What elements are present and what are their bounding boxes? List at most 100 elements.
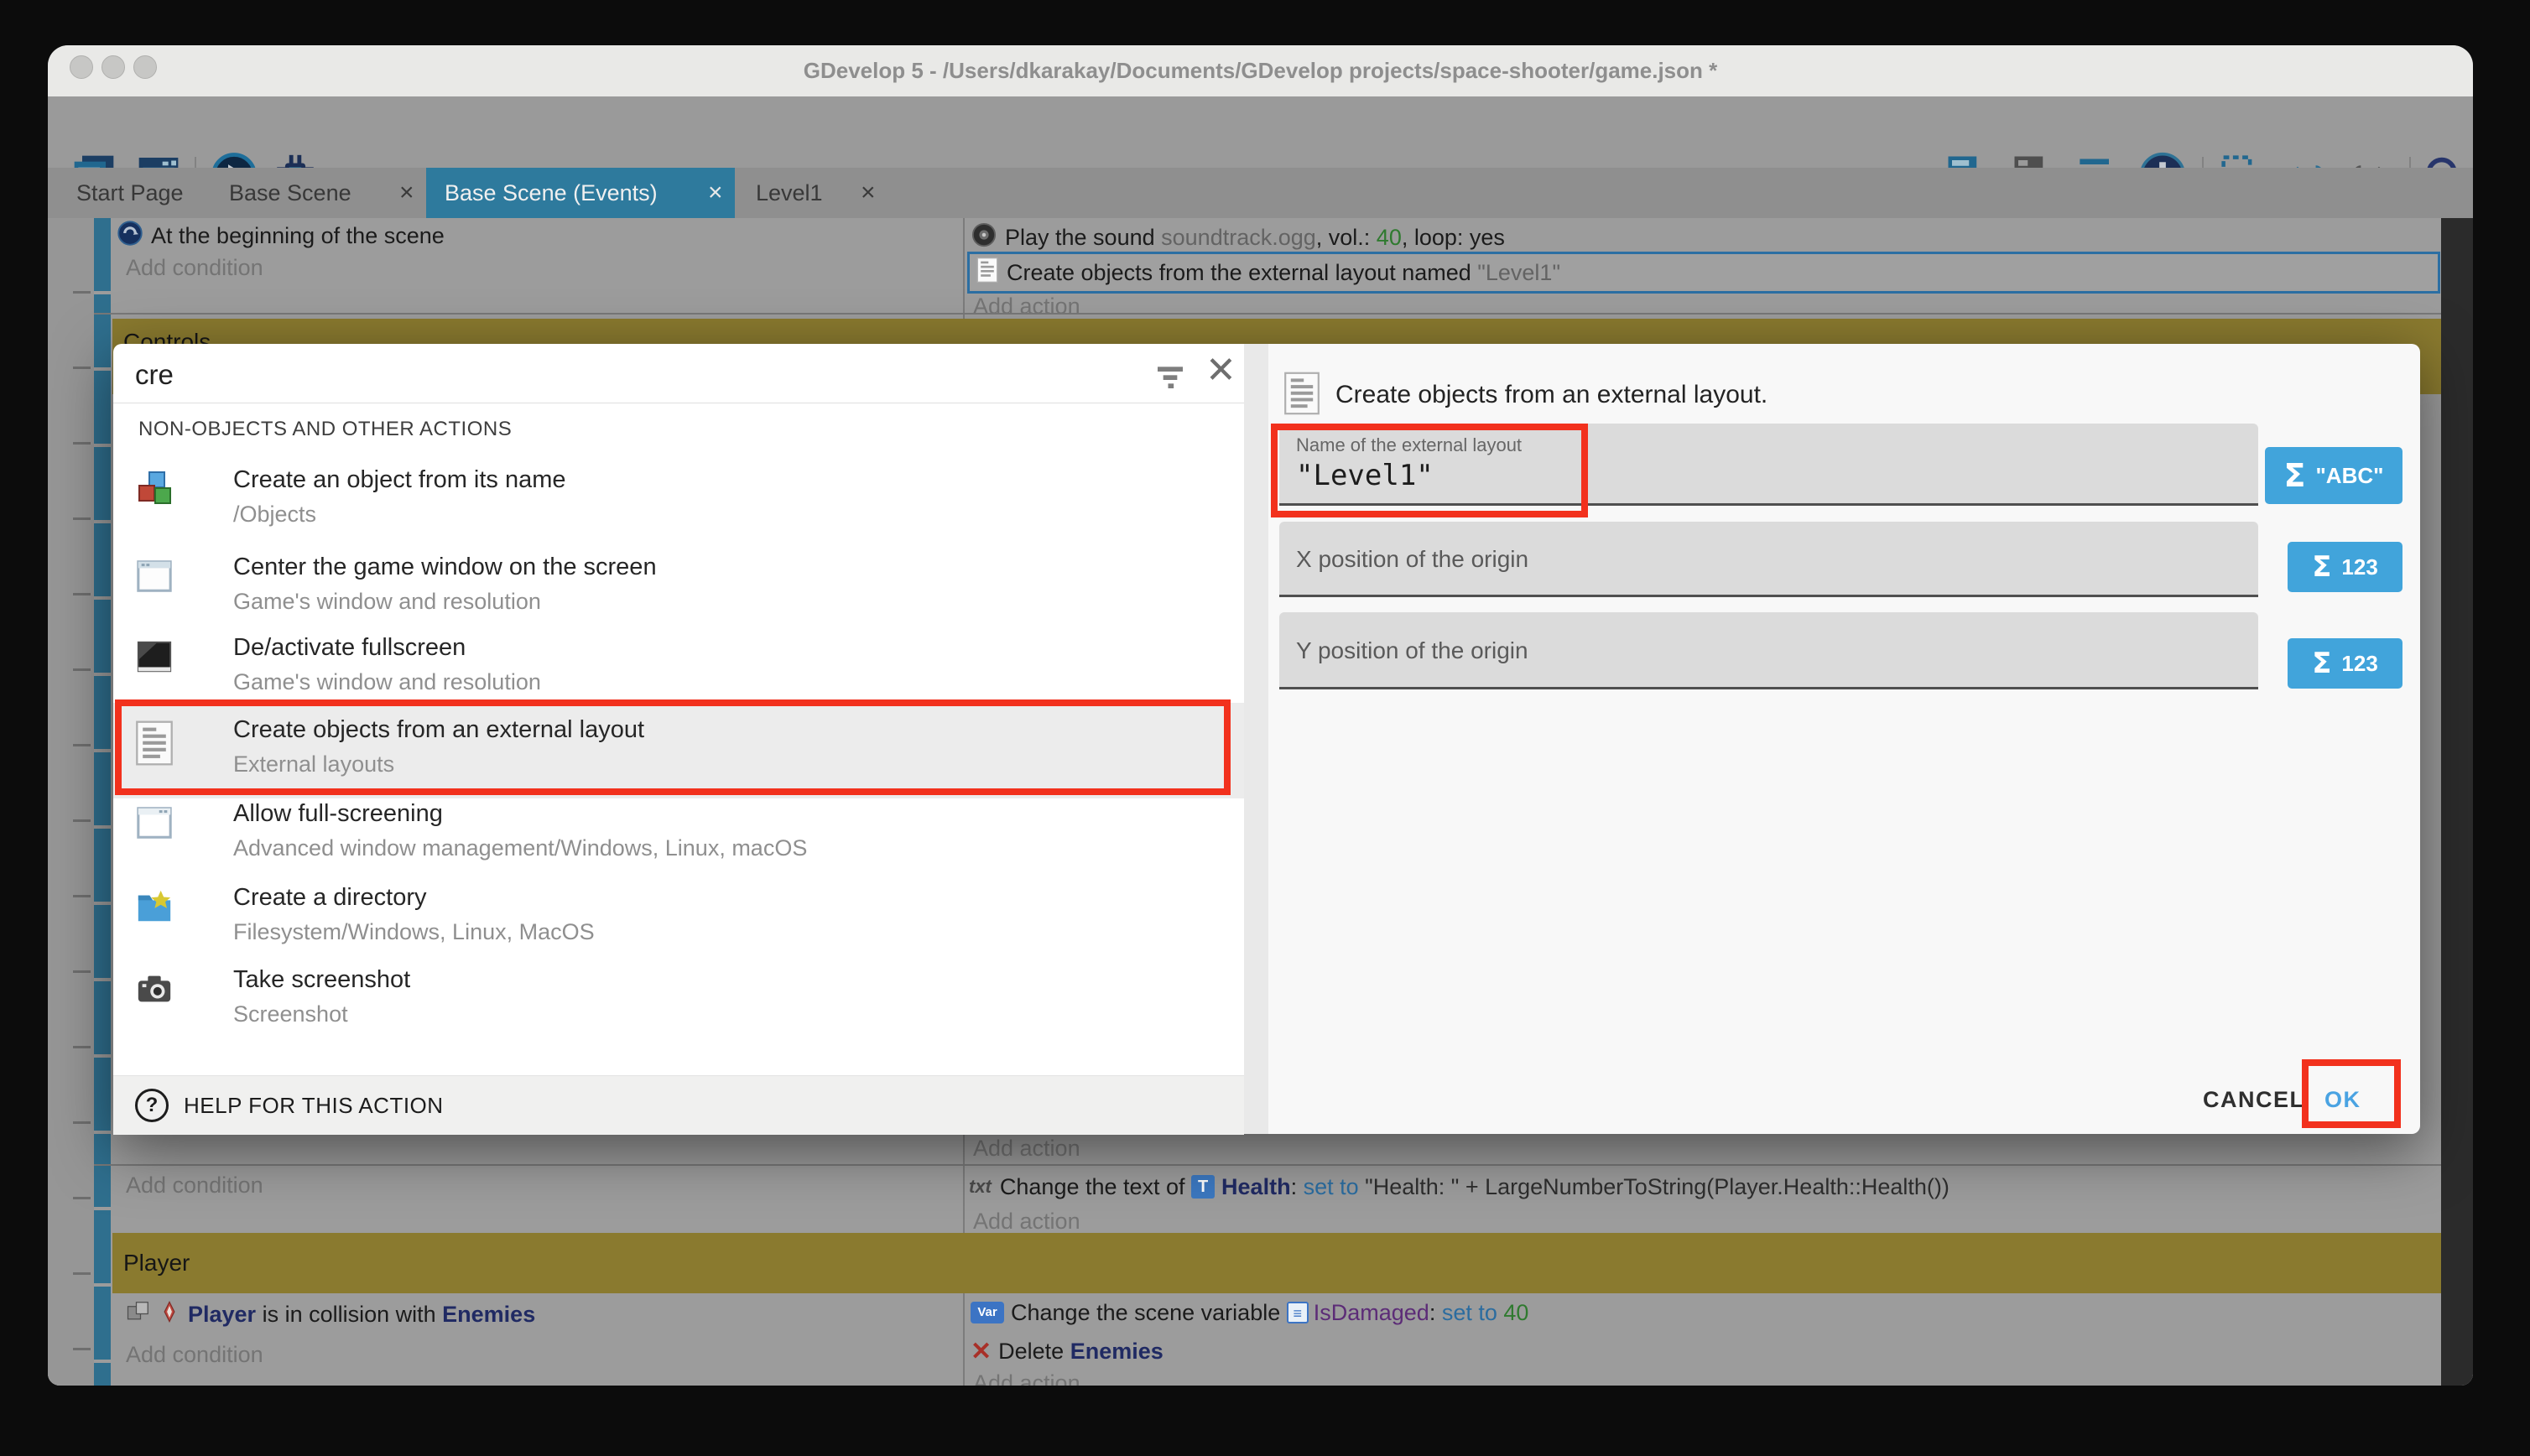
action-item-title[interactable]: Create an object from its name <box>233 466 566 494</box>
action-text: Create objects from the external layout … <box>1007 260 1477 286</box>
action-item-title[interactable]: Take screenshot <box>233 966 410 994</box>
app-window: GDevelop 5 - /Users/dkarakay/Documents/G… <box>48 45 2473 1386</box>
center-window-icon <box>135 557 174 600</box>
help-question-icon: ? <box>135 1089 169 1122</box>
filter-icon[interactable] <box>1153 362 1187 395</box>
tab-base-scene[interactable]: Base Scene <box>229 168 351 218</box>
tab-level1-close-icon[interactable]: × <box>861 168 876 218</box>
action-text: , vol.: <box>1316 225 1377 251</box>
param-expression: "Health: " + LargeNumberToString(Player.… <box>1359 1174 1950 1200</box>
choose-action-dialog: ✕ NON-OBJECTS AND OTHER ACTIONS Create a… <box>113 344 2420 1134</box>
cancel-button[interactable]: CANCEL <box>2203 1087 2305 1113</box>
x-position-field[interactable]: X position of the origin <box>1279 522 2258 597</box>
operator-set-to: set to <box>1304 1174 1359 1200</box>
help-for-this-action-link[interactable]: HELP FOR THIS ACTION <box>184 1076 444 1135</box>
event-divider <box>94 313 2441 315</box>
field-placeholder: X position of the origin <box>1296 546 1528 573</box>
action-row-delete-enemies[interactable]: ✕ Delete Enemies <box>971 1335 1163 1367</box>
panel-divider <box>1244 344 1268 1134</box>
titlebar: GDevelop 5 - /Users/dkarakay/Documents/G… <box>48 45 2473 97</box>
parameters-title-icon <box>1283 369 1320 422</box>
delete-x-icon: ✕ <box>971 1337 992 1366</box>
sound-icon <box>971 222 997 253</box>
events-scrollbar[interactable] <box>2441 218 2473 1386</box>
condition-row-beginning-of-scene[interactable]: At the beginning of the scene <box>117 220 445 252</box>
add-condition-link[interactable]: Add condition <box>126 1173 263 1199</box>
param-sound-file: soundtrack.ogg <box>1161 225 1316 251</box>
take-screenshot-icon <box>135 970 174 1012</box>
list-section-header: NON-OBJECTS AND OTHER ACTIONS <box>138 418 512 441</box>
action-text: : <box>1429 1300 1442 1326</box>
tab-base-scene-events-label: Base Scene (Events) <box>445 168 658 218</box>
action-text: Change the scene variable <box>1011 1300 1287 1326</box>
external-layout-icon <box>976 257 998 289</box>
tab-start-page[interactable]: Start Page <box>76 168 184 218</box>
create-object-icon <box>135 470 175 514</box>
event-divider <box>94 1164 2441 1166</box>
variable-type-icon: ≡ <box>1287 1302 1309 1323</box>
group-header-player[interactable]: Player <box>112 1233 2441 1293</box>
action-item-subtitle: Filesystem/Windows, Linux, MacOS <box>233 919 595 945</box>
condition-text: is in collision with <box>256 1302 442 1328</box>
variable-action-icon: Var <box>971 1302 1004 1323</box>
action-item-subtitle: /Objects <box>233 502 316 528</box>
condition-text: At the beginning of the scene <box>151 223 445 249</box>
param-object-enemies: Enemies <box>1070 1339 1163 1365</box>
action-row-create-external-layout-selected[interactable]: Create objects from the external layout … <box>967 252 2440 294</box>
window-title: GDevelop 5 - /Users/dkarakay/Documents/G… <box>48 45 2473 96</box>
close-dialog-icon[interactable]: ✕ <box>1205 349 1236 392</box>
action-item-subtitle: Advanced window management/Windows, Linu… <box>233 835 807 861</box>
action-text: , loop: <box>1402 225 1470 251</box>
add-action-link[interactable]: Add action <box>973 1370 1080 1386</box>
tab-base-scene-events-close-icon[interactable]: × <box>708 168 723 218</box>
action-row-play-sound[interactable]: Play the sound soundtrack.ogg, vol.: 40,… <box>971 221 1505 253</box>
condition-row-player-collision[interactable]: Player is in collision with Enemies <box>126 1298 535 1330</box>
action-item-subtitle: Game's window and resolution <box>233 589 541 615</box>
group-label: Player <box>123 1250 190 1276</box>
field-placeholder: Y position of the origin <box>1296 637 1528 664</box>
y-expression-button[interactable]: Σ 123 <box>2288 638 2402 689</box>
param-volume: 40 <box>1377 225 1402 251</box>
y-position-field[interactable]: Y position of the origin <box>1279 612 2258 689</box>
action-item-title[interactable]: De/activate fullscreen <box>233 634 466 662</box>
sigma-icon: Σ <box>2284 457 2306 494</box>
create-directory-icon <box>135 887 174 930</box>
action-row-change-text-health[interactable]: txt Change the text of T Health: set to … <box>969 1171 1950 1203</box>
action-row-change-scene-variable[interactable]: Var Change the scene variable ≡ IsDamage… <box>971 1297 1528 1329</box>
add-action-link[interactable]: Add action <box>973 1136 1080 1162</box>
param-object-enemies: Enemies <box>442 1302 535 1328</box>
action-item-subtitle: Game's window and resolution <box>233 669 541 695</box>
event-indent-bars <box>94 218 111 1386</box>
param-object-player: Player <box>188 1302 256 1328</box>
tab-base-scene-events[interactable]: Base Scene (Events) × <box>426 168 735 218</box>
annotation-rect-selected-action <box>115 699 1231 795</box>
events-gutter-ticks <box>73 218 91 1386</box>
sigma-icon: Σ <box>2312 647 2331 680</box>
action-item-title[interactable]: Create a directory <box>233 884 427 912</box>
abc-label: "ABC" <box>2315 463 2383 489</box>
operator-set-to: set to <box>1442 1300 1504 1326</box>
player-object-icon <box>158 1300 181 1329</box>
action-text: : <box>1291 1174 1304 1200</box>
action-item-title[interactable]: Center the game window on the screen <box>233 554 657 581</box>
toolbar: ↩ ↪ <box>48 96 2473 168</box>
param-value: 40 <box>1503 1300 1528 1326</box>
text-object-icon: T <box>1191 1175 1215 1199</box>
add-action-link[interactable]: Add action <box>973 294 1080 320</box>
123-label: 123 <box>2341 651 2377 677</box>
param-object-health: Health <box>1221 1174 1291 1200</box>
editor-tabs: Start Page Base Scene × Base Scene (Even… <box>48 168 2473 218</box>
x-expression-button[interactable]: Σ 123 <box>2288 542 2402 592</box>
add-condition-link[interactable]: Add condition <box>126 1342 263 1368</box>
action-item-title[interactable]: Allow full-screening <box>233 800 443 828</box>
action-text: Delete <box>998 1339 1070 1365</box>
action-text: Play the sound <box>1005 225 1161 251</box>
add-condition-link[interactable]: Add condition <box>126 255 263 281</box>
dialog-footer: ? HELP FOR THIS ACTION <box>113 1075 1244 1135</box>
tab-level1[interactable]: Level1 <box>756 168 823 218</box>
tab-base-scene-close-icon[interactable]: × <box>399 168 414 218</box>
string-expression-button[interactable]: Σ "ABC" <box>2265 447 2402 504</box>
add-action-link[interactable]: Add action <box>973 1209 1080 1235</box>
action-search-input[interactable] <box>133 352 1059 398</box>
action-text: Change the text of <box>1000 1174 1191 1200</box>
